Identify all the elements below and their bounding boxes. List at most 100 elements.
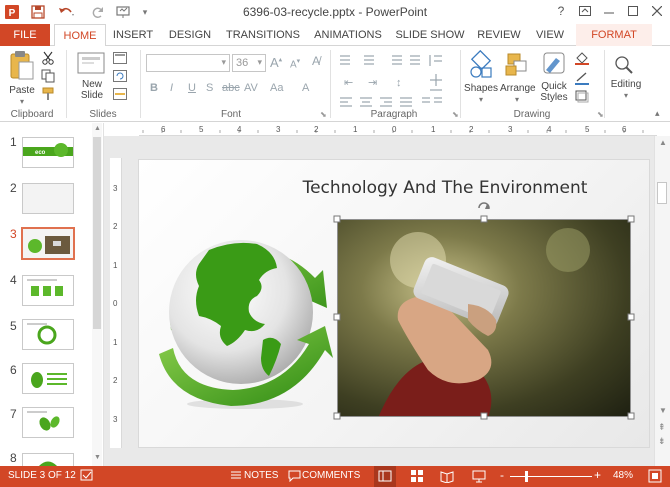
- help-button[interactable]: ?: [550, 2, 572, 20]
- copy-icon[interactable]: [40, 68, 56, 84]
- tab-transitions[interactable]: TRANSITIONS: [222, 24, 304, 46]
- tab-home[interactable]: HOME: [54, 24, 106, 47]
- slide-thumbnail-4[interactable]: [22, 275, 74, 306]
- zoom-out-button[interactable]: -: [500, 468, 504, 482]
- bold-icon[interactable]: B: [150, 82, 158, 94]
- redo-icon[interactable]: [90, 4, 106, 20]
- character-spacing-icon[interactable]: AV: [244, 82, 258, 94]
- tab-file[interactable]: FILE: [0, 24, 50, 46]
- quick-styles-button[interactable]: Quick Styles: [536, 50, 572, 110]
- slide-thumbnail-8[interactable]: [22, 453, 74, 466]
- save-icon[interactable]: [30, 4, 46, 20]
- arrange-button[interactable]: Arrange ▾: [500, 50, 536, 106]
- tab-review[interactable]: REVIEW: [472, 24, 526, 46]
- maximize-icon[interactable]: [622, 2, 644, 20]
- shapes-dropdown-icon[interactable]: ▾: [464, 94, 498, 105]
- fit-slide-icon[interactable]: [648, 469, 662, 486]
- comments-button[interactable]: COMMENTS: [302, 470, 360, 481]
- arrange-dropdown-icon[interactable]: ▾: [500, 94, 534, 105]
- tab-animations[interactable]: ANIMATIONS: [308, 24, 388, 46]
- slide-thumbnail-5[interactable]: [22, 319, 74, 350]
- scroll-down-icon[interactable]: ▼: [94, 454, 101, 461]
- shape-effects-icon[interactable]: [574, 88, 590, 104]
- close-icon[interactable]: [646, 2, 668, 20]
- horizontal-ruler: 5 4 3 2 1 0 1 2 3 4 5 6 6: [139, 124, 657, 136]
- slide-thumbnail-2[interactable]: [22, 183, 74, 214]
- shape-outline-icon[interactable]: [574, 70, 590, 86]
- slide-thumbnail-6[interactable]: [22, 363, 74, 394]
- tab-view[interactable]: VIEW: [530, 24, 570, 46]
- paste-button[interactable]: Paste ▾: [6, 50, 38, 106]
- font-name-field[interactable]: ▾: [146, 54, 230, 72]
- comments-icon[interactable]: [288, 469, 301, 485]
- minimize-icon[interactable]: [598, 2, 620, 20]
- strikethrough-icon[interactable]: abc: [222, 82, 240, 94]
- rotate-handle-icon[interactable]: [478, 202, 490, 209]
- previous-slide-icon[interactable]: ⇞: [658, 422, 666, 433]
- italic-icon[interactable]: I: [170, 82, 173, 94]
- slide-canvas[interactable]: Technology And The Environment: [138, 159, 650, 448]
- normal-view-button[interactable]: [374, 466, 396, 487]
- paragraph-dialog-launcher-icon[interactable]: ⬊: [452, 110, 459, 119]
- scroll-thumb[interactable]: [657, 182, 667, 204]
- shape-fill-icon[interactable]: [574, 50, 590, 66]
- paragraph-icons[interactable]: ⇤ ⇥ ↕: [336, 52, 454, 108]
- ribbon-display-icon[interactable]: [574, 2, 596, 20]
- vertical-scrollbar[interactable]: ▲ ▼ ⇞ ⇟: [654, 136, 670, 466]
- font-size-dropdown-icon[interactable]: ▾: [257, 57, 262, 68]
- paste-label: Paste: [9, 85, 35, 96]
- clear-formatting-icon[interactable]: A̸: [312, 54, 320, 68]
- presentation-icon[interactable]: [114, 4, 134, 20]
- notes-icon[interactable]: [230, 469, 242, 485]
- slide-sorter-icon[interactable]: [410, 469, 424, 486]
- powerpoint-logo-icon[interactable]: P: [4, 4, 20, 20]
- reset-icon[interactable]: [112, 68, 128, 84]
- tab-insert[interactable]: INSERT: [108, 24, 158, 46]
- zoom-level[interactable]: 48%: [613, 470, 633, 481]
- scroll-up-icon[interactable]: ▲: [659, 138, 667, 147]
- paste-dropdown-icon[interactable]: ▾: [6, 96, 38, 107]
- font-name-dropdown-icon[interactable]: ▾: [221, 57, 226, 68]
- new-slide-button[interactable]: New Slide: [74, 50, 110, 106]
- section-icon[interactable]: [112, 86, 128, 102]
- zoom-in-button[interactable]: +: [594, 468, 601, 482]
- spell-check-icon[interactable]: [80, 469, 94, 485]
- slide-thumbnail-1[interactable]: eco: [22, 137, 74, 168]
- increase-font-icon[interactable]: A▴: [270, 55, 282, 70]
- zoom-slider-thumb[interactable]: [525, 471, 528, 482]
- thumbnail-scroll-thumb[interactable]: [93, 137, 101, 329]
- cut-icon[interactable]: [40, 50, 56, 66]
- decrease-font-icon[interactable]: A▾: [290, 57, 300, 70]
- slide-thumbnail-7[interactable]: [22, 407, 74, 438]
- editing-button[interactable]: Editing ▾: [608, 54, 644, 100]
- font-size-field[interactable]: 36 ▾: [232, 54, 266, 72]
- reading-view-icon[interactable]: [440, 469, 454, 486]
- tab-design[interactable]: DESIGN: [162, 24, 218, 46]
- undo-icon[interactable]: [56, 4, 76, 20]
- font-color-icon[interactable]: A: [302, 82, 309, 94]
- thumbnail-scrollbar[interactable]: ▲ ▼: [92, 123, 102, 466]
- underline-icon[interactable]: U: [188, 82, 196, 94]
- scroll-up-icon[interactable]: ▲: [94, 125, 101, 132]
- shadow-icon[interactable]: S: [206, 82, 213, 94]
- customize-qat-icon[interactable]: ▾: [137, 4, 153, 20]
- font-dialog-launcher-icon[interactable]: ⬊: [320, 110, 327, 119]
- scroll-down-icon[interactable]: ▼: [659, 406, 667, 415]
- shapes-button[interactable]: Shapes ▾: [464, 49, 498, 106]
- globe-recycle-graphic[interactable]: [153, 230, 333, 410]
- next-slide-icon[interactable]: ⇟: [658, 436, 666, 447]
- editing-dropdown-icon[interactable]: ▾: [608, 90, 644, 101]
- slideshow-icon[interactable]: [472, 469, 486, 486]
- slide-thumbnail-3[interactable]: [21, 227, 75, 260]
- ruler-label: 1: [113, 338, 118, 347]
- tab-slide-show[interactable]: SLIDE SHOW: [392, 24, 468, 46]
- notes-button[interactable]: NOTES: [244, 470, 278, 481]
- collapse-ribbon-icon[interactable]: ▴: [655, 108, 660, 119]
- layout-icon[interactable]: [112, 50, 128, 66]
- change-case-icon[interactable]: Aa: [270, 82, 283, 94]
- format-painter-icon[interactable]: [40, 86, 56, 102]
- drawing-dialog-launcher-icon[interactable]: ⬊: [597, 110, 604, 119]
- tab-format[interactable]: FORMAT: [576, 24, 652, 46]
- zoom-slider-track[interactable]: [510, 476, 592, 477]
- slide-title[interactable]: Technology And The Environment: [139, 178, 651, 198]
